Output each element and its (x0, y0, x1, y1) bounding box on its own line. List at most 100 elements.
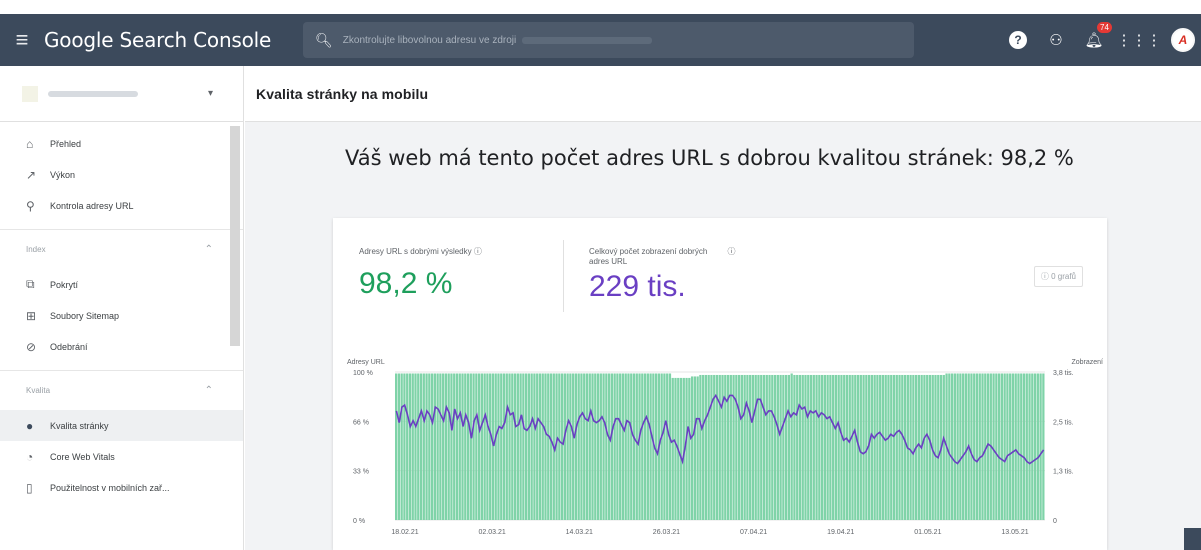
chart-bar (583, 373, 586, 520)
sidebar-scrollbar[interactable] (230, 126, 240, 346)
info-icon[interactable]: ⓘ (474, 247, 482, 256)
users-icon[interactable]: ⚇ (1037, 14, 1075, 66)
sitemap-icon: ⊞ (26, 308, 37, 323)
chart-bar (577, 373, 580, 520)
chart-bar (812, 374, 815, 520)
chart-bar (937, 374, 940, 520)
chart-bar (757, 374, 760, 520)
chart-bar (1003, 373, 1006, 520)
chart-bar (397, 373, 401, 520)
x-tick-label: 14.03.21 (566, 529, 593, 536)
help-glyph: ? (1009, 31, 1027, 49)
apps-grid-icon[interactable]: ⋮⋮⋮ (1113, 14, 1165, 66)
chart-bar (406, 373, 409, 520)
right-tick-label: 2,5 tis. (1053, 419, 1074, 426)
chart-bar (513, 373, 517, 520)
chart-bar (599, 373, 602, 520)
chart-bar (693, 376, 696, 520)
chart-bar (962, 373, 965, 520)
chart-bar (414, 373, 417, 520)
x-tick-label: 13.05.21 (1001, 529, 1028, 536)
search-icon: 🔍︎ (315, 31, 333, 48)
menu-icon[interactable]: ≡ (0, 27, 44, 53)
chart-bar (740, 374, 744, 520)
sidebar-item-coverage[interactable]: ⧉ Pokrytí (0, 269, 243, 300)
graph-button-label: 0 grafů (1051, 272, 1076, 281)
property-selector[interactable]: ▾ (0, 66, 243, 122)
section-index[interactable]: Index ⌃ (0, 229, 243, 269)
search-icon: ⚲ (26, 198, 35, 213)
info-icon[interactable]: ⓘ (728, 247, 736, 256)
sidebar-item-label: Core Web Vitals (50, 451, 115, 462)
chart-bar (572, 373, 575, 520)
chart-bar (607, 373, 611, 520)
chart-bar (619, 373, 622, 520)
chart-bar (870, 374, 874, 520)
sidebar-item-sitemaps[interactable]: ⊞ Soubory Sitemap (0, 300, 243, 331)
metric-label: Adresy URL s dobrými výsledky ⓘ (359, 246, 482, 257)
metric-label-text: Celkový počet zobrazení dobrých (589, 247, 708, 256)
chart-bar (466, 373, 470, 520)
chart-bar (602, 373, 605, 520)
chart-bar (718, 374, 721, 520)
top-app-bar: ≡ Google Search Console 🔍︎ Zkontrolujte … (0, 14, 1201, 66)
sidebar-item-core-web-vitals[interactable]: ◔ Core Web Vitals (0, 441, 243, 472)
chart-bar (901, 374, 904, 520)
notifications-icon[interactable]: 🔔︎ 74 (1075, 14, 1113, 66)
chart-bar (483, 373, 486, 520)
app-title: Google Search Console (44, 28, 272, 52)
sidebar-item-label: Pokrytí (50, 279, 79, 290)
chart-bar (887, 374, 890, 520)
chevron-down-icon: ▾ (208, 88, 214, 99)
account-button[interactable]: A (1165, 14, 1201, 66)
chart-bar (970, 373, 973, 520)
section-quality[interactable]: Kvalita ⌃ (0, 370, 243, 410)
chart-bar (685, 377, 688, 520)
sidebar-item-performance[interactable]: ↗ Výkon (0, 159, 243, 190)
chart-bar (765, 374, 768, 520)
sidebar-item-mobile-usability[interactable]: ▯ Použitelnost v mobilních zař... (0, 472, 243, 503)
metric-views[interactable]: Celkový počet zobrazení dobrých ⓘ adres U… (589, 246, 736, 304)
url-inspection-search[interactable]: 🔍︎ Zkontrolujte libovolnou adresu ve zdr… (303, 22, 914, 58)
chevron-up-icon: ⌃ (204, 385, 213, 396)
chart-bar (779, 374, 782, 520)
left-tick-label: 0 % (353, 518, 365, 525)
removal-icon: ⊘ (26, 339, 37, 354)
sidebar-item-url-inspection[interactable]: ⚲ Kontrola adresy URL (0, 190, 243, 221)
chart-svg: Adresy URL Zobrazení 100 % 3,8 tis. 66 % 2,5 … (347, 359, 1103, 536)
chart-bar (605, 373, 608, 520)
sidebar-item-overview[interactable]: ⌂ Přehled (0, 128, 243, 159)
chart-bar (588, 373, 591, 520)
chart-bar (433, 373, 436, 520)
right-axis-title: Zobrazení (1071, 359, 1103, 366)
sidebar-item-page-quality[interactable]: ● Kvalita stránky (0, 410, 243, 441)
coverage-icon: ⧉ (26, 277, 35, 291)
chart-bar (541, 373, 544, 520)
chart-bar (964, 373, 968, 520)
section-title: Kvalita (26, 386, 51, 395)
chart-bar (395, 373, 398, 520)
chart-bar (696, 376, 699, 520)
graph-annotations-button[interactable]: ⓘ 0 grafů (1033, 266, 1083, 287)
chart-bar (417, 373, 420, 520)
chart-bar (428, 373, 431, 520)
chart-bar (594, 373, 597, 520)
chart-bar (663, 373, 666, 520)
chart-bar (859, 374, 862, 520)
chart-bar (688, 377, 691, 520)
chart-bar (892, 374, 896, 520)
sidebar-item-removals[interactable]: ⊘ Odebrání (0, 331, 243, 362)
left-tick-label: 33 % (353, 469, 369, 476)
home-icon: ⌂ (26, 136, 34, 151)
chart-bar (591, 373, 594, 520)
chart-bar (469, 373, 472, 520)
metric-good-urls[interactable]: Adresy URL s dobrými výsledky ⓘ 98,2 % (359, 246, 482, 301)
help-icon[interactable]: ? (999, 14, 1037, 66)
chart-bar (544, 373, 547, 520)
chart-bar (807, 374, 810, 520)
chart-bar (848, 374, 851, 520)
property-favicon (22, 85, 38, 102)
chart-bar (801, 374, 804, 520)
x-tick-label: 01.05.21 (914, 529, 941, 536)
feedback-icon[interactable] (1184, 528, 1201, 550)
